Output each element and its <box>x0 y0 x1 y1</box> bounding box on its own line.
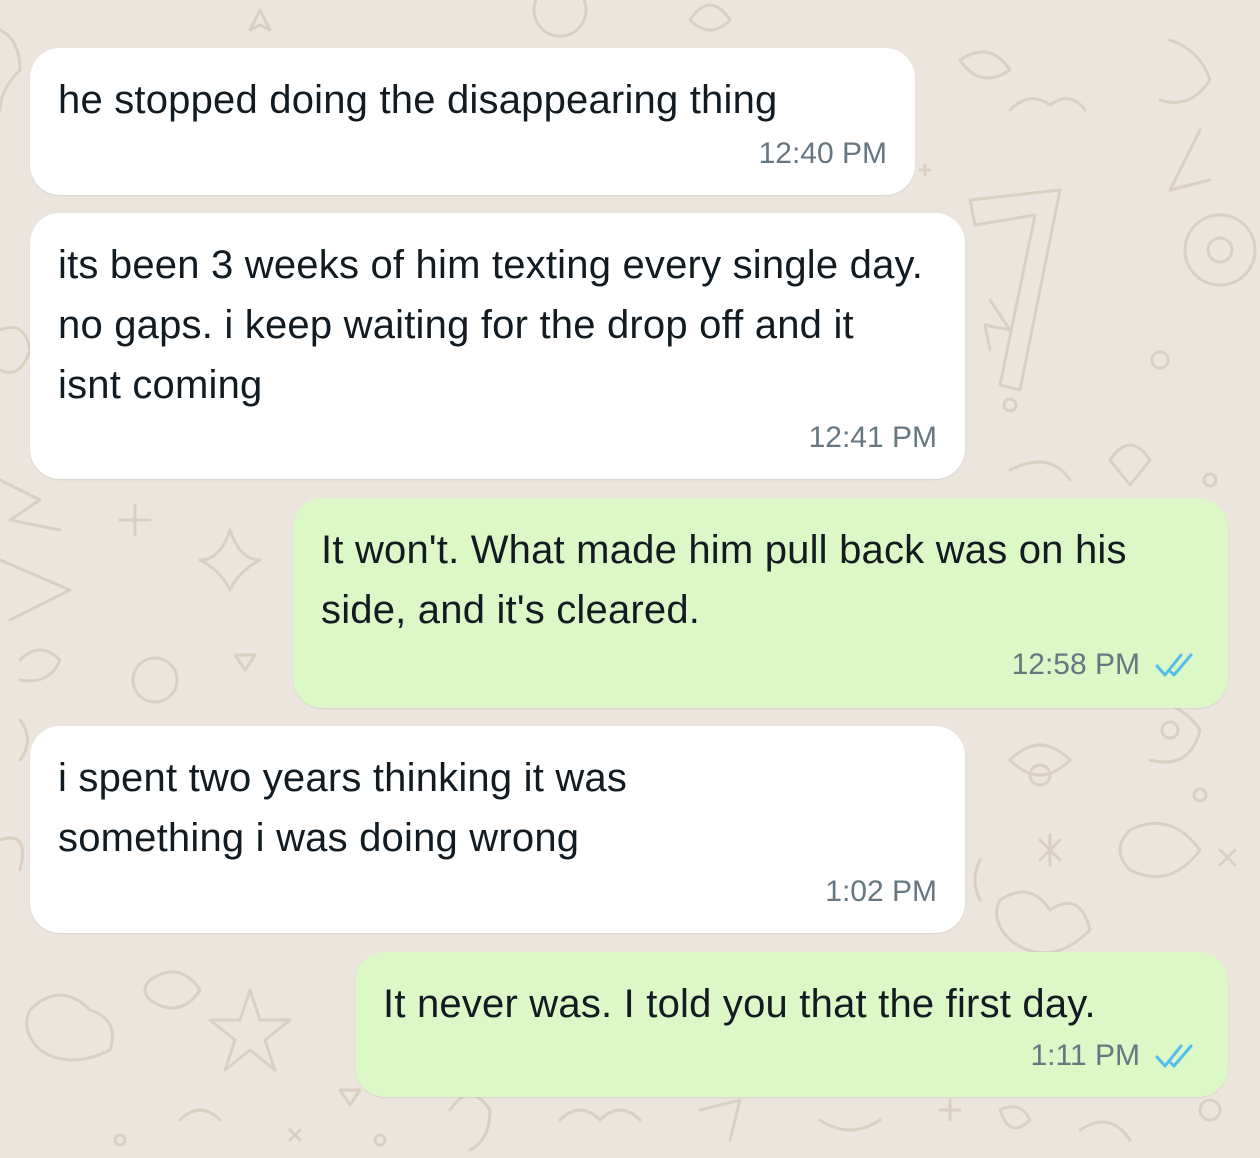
message-meta: 1:11 PM <box>1031 1039 1201 1073</box>
incoming-message[interactable]: its been 3 weeks of him texting every si… <box>30 213 965 479</box>
message-text: its been 3 weeks of him texting every si… <box>58 243 924 407</box>
message-text: It never was. I told you that the first … <box>383 982 1096 1026</box>
chat-conversation: he stopped doing the disappearing thing … <box>0 0 1260 1158</box>
message-time: 1:02 PM <box>825 875 937 908</box>
outgoing-message[interactable]: It won't. What made him pull back was on… <box>293 498 1228 708</box>
message-time: 12:41 PM <box>808 421 937 454</box>
message-text: i spent two years thinking it was someth… <box>58 756 628 860</box>
message-text: It won't. What made him pull back was on… <box>321 528 1127 632</box>
message-time: 12:58 PM <box>1011 648 1140 681</box>
double-check-icon <box>1155 653 1193 677</box>
message-meta: 12:40 PM <box>759 137 887 171</box>
message-time: 1:11 PM <box>1030 1039 1141 1072</box>
incoming-message[interactable]: he stopped doing the disappearing thing … <box>30 48 915 195</box>
message-meta: 1:02 PM <box>825 875 937 909</box>
message-meta: 12:58 PM <box>1012 648 1200 682</box>
double-check-icon <box>1155 1044 1193 1068</box>
message-time: 12:40 PM <box>758 137 887 170</box>
message-text: he stopped doing the disappearing thing <box>58 78 778 122</box>
outgoing-message[interactable]: It never was. I told you that the first … <box>355 952 1228 1097</box>
message-meta: 12:41 PM <box>809 421 937 455</box>
incoming-message[interactable]: i spent two years thinking it was someth… <box>30 726 965 933</box>
